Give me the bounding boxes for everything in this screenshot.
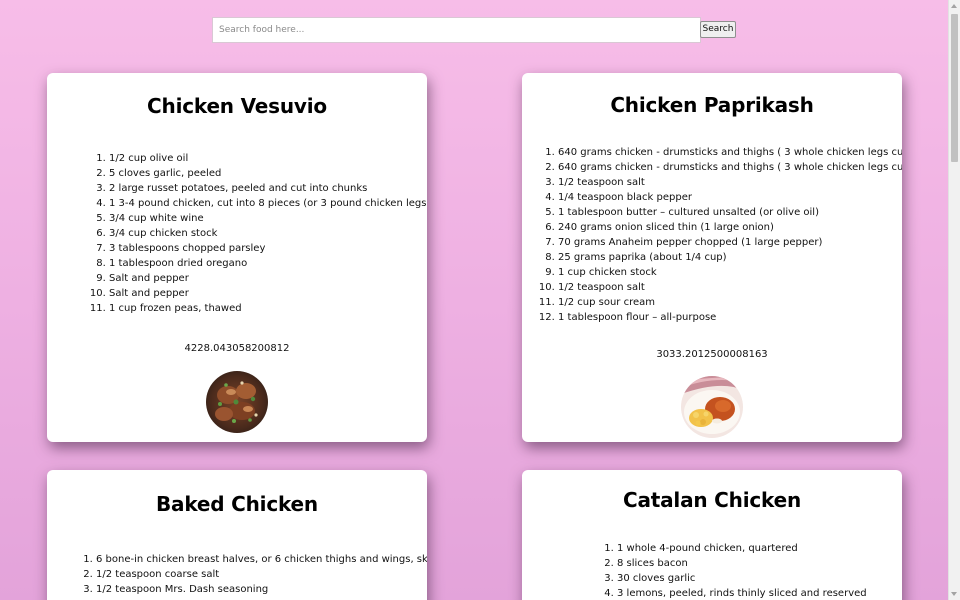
ingredient-item: 1 whole 4-pound chicken, quartered	[617, 541, 867, 556]
recipe-title: Baked Chicken	[156, 492, 318, 516]
ingredient-list: 6 bone-in chicken breast halves, or 6 ch…	[96, 552, 427, 597]
scroll-down-arrow-icon[interactable]	[951, 592, 957, 596]
ingredient-item: 6 bone-in chicken breast halves, or 6 ch…	[96, 552, 427, 567]
ingredient-item: Salt and pepper	[109, 286, 427, 301]
ingredient-item: 640 grams chicken - drumsticks and thigh…	[558, 145, 902, 160]
scroll-thumb[interactable]	[951, 14, 958, 162]
ingredient-item: 30 cloves garlic	[617, 571, 867, 586]
vertical-scrollbar[interactable]	[948, 0, 960, 600]
ingredient-item: 1/2 teaspoon Mrs. Dash seasoning	[96, 582, 427, 597]
search-input[interactable]	[212, 17, 701, 43]
ingredient-item: 1/2 cup sour cream	[558, 295, 902, 310]
ingredient-item: 1 tablespoon flour – all-purpose	[558, 310, 902, 325]
recipe-calories: 3033.2012500008163	[656, 349, 768, 360]
recipe-title: Chicken Paprikash	[610, 93, 814, 117]
ingredient-item: 3 lemons, peeled, rinds thinly sliced an…	[617, 586, 867, 600]
chicken-vesuvio-image	[206, 371, 268, 433]
ingredient-item: 8 slices bacon	[617, 556, 867, 571]
search-button[interactable]: Search	[700, 21, 736, 38]
recipe-title: Chicken Vesuvio	[147, 94, 327, 118]
ingredient-item: Salt and pepper	[109, 271, 427, 286]
ingredient-item: 1/2 teaspoon coarse salt	[96, 567, 427, 582]
ingredient-item: 70 grams Anaheim pepper chopped (1 large…	[558, 235, 902, 250]
ingredient-list: 640 grams chicken - drumsticks and thigh…	[558, 145, 902, 325]
recipe-card: Chicken Vesuvio 1/2 cup olive oil5 clove…	[47, 73, 427, 442]
ingredient-item: 5 cloves garlic, peeled	[109, 166, 427, 181]
ingredient-item: 640 grams chicken - drumsticks and thigh…	[558, 160, 902, 175]
ingredient-item: 3/4 cup white wine	[109, 211, 427, 226]
ingredient-item: 3/4 cup chicken stock	[109, 226, 427, 241]
ingredient-item: 25 grams paprika (about 1/4 cup)	[558, 250, 902, 265]
ingredient-item: 1/2 cup olive oil	[109, 151, 427, 166]
ingredient-item: 1/2 teaspoon salt	[558, 175, 902, 190]
recipe-card: Baked Chicken 6 bone-in chicken breast h…	[47, 470, 427, 600]
ingredient-item: 2 large russet potatoes, peeled and cut …	[109, 181, 427, 196]
ingredient-list: 1 whole 4-pound chicken, quartered8 slic…	[617, 541, 867, 600]
ingredient-item: 1 tablespoon butter – cultured unsalted …	[558, 205, 902, 220]
recipe-card: Catalan Chicken 1 whole 4-pound chicken,…	[522, 470, 902, 600]
recipe-calories: 4228.043058200812	[184, 343, 290, 354]
chicken-paprikash-image	[681, 376, 743, 438]
ingredient-item: 1/2 teaspoon salt	[558, 280, 902, 295]
ingredient-item: 240 grams onion sliced thin (1 large oni…	[558, 220, 902, 235]
recipe-title: Catalan Chicken	[623, 488, 801, 512]
ingredient-item: 1 tablespoon dried oregano	[109, 256, 427, 271]
ingredient-item: 3 tablespoons chopped parsley	[109, 241, 427, 256]
ingredient-item: 1 3-4 pound chicken, cut into 8 pieces (…	[109, 196, 427, 211]
search-bar: Search	[212, 17, 738, 43]
ingredient-item: 1/4 teaspoon black pepper	[558, 190, 902, 205]
ingredient-item: 1 cup frozen peas, thawed	[109, 301, 427, 316]
scroll-up-arrow-icon[interactable]	[951, 4, 957, 8]
ingredient-item: 1 cup chicken stock	[558, 265, 902, 280]
ingredient-list: 1/2 cup olive oil5 cloves garlic, peeled…	[109, 151, 427, 316]
recipe-card: Chicken Paprikash 640 grams chicken - dr…	[522, 73, 902, 442]
